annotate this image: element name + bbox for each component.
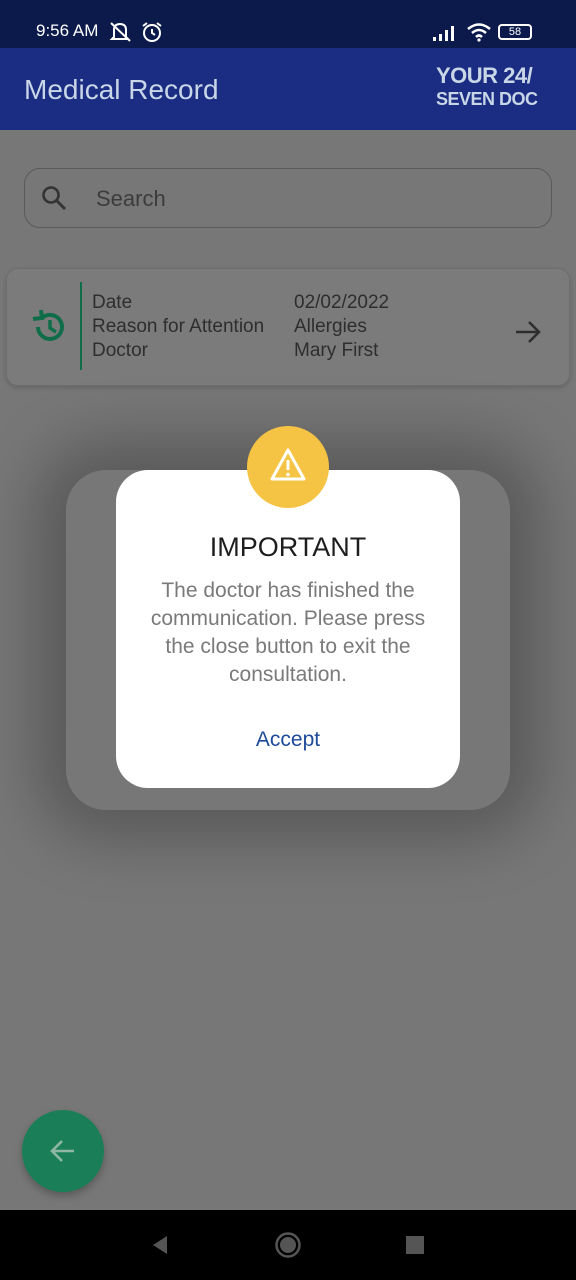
page-title: Medical Record xyxy=(24,74,219,105)
search-input[interactable] xyxy=(96,186,516,212)
date-label: Date xyxy=(92,292,133,313)
warning-badge xyxy=(247,426,329,508)
back-fab-button[interactable] xyxy=(22,1110,104,1192)
wifi-icon xyxy=(467,23,491,42)
doctor-label: Doctor xyxy=(92,340,148,361)
battery-icon: 58 xyxy=(498,24,532,40)
accept-button[interactable]: Accept xyxy=(226,724,350,756)
status-time: 9:56 AM xyxy=(36,21,99,40)
doctor-value: Mary First xyxy=(294,340,379,361)
warning-icon xyxy=(270,448,306,481)
brand-logo: YOUR 24/ SEVEN DOC xyxy=(436,64,556,114)
nav-recents-icon[interactable] xyxy=(406,1236,424,1254)
arrow-right-icon[interactable] xyxy=(512,316,544,348)
search-icon xyxy=(42,186,66,210)
nav-home-icon[interactable] xyxy=(274,1231,302,1259)
mute-icon xyxy=(109,22,131,42)
reason-label: Reason for Attention xyxy=(92,316,265,337)
alarm-icon xyxy=(142,22,162,42)
dialog-title: IMPORTANT xyxy=(209,532,367,562)
dialog-message: The doctor has finished the communicatio… xyxy=(150,579,426,686)
signal-icon xyxy=(433,26,454,41)
date-value: 02/02/2022 xyxy=(294,292,390,313)
arrow-left-icon xyxy=(50,1140,74,1162)
reason-value: Allergies xyxy=(294,316,367,337)
card-divider xyxy=(80,282,82,370)
logo-line-1: YOUR 24/ xyxy=(436,63,533,88)
record-card[interactable] xyxy=(6,268,570,386)
logo-line-2: SEVEN DOC xyxy=(436,89,538,109)
nav-back-icon[interactable] xyxy=(150,1234,170,1256)
history-icon xyxy=(32,309,64,341)
